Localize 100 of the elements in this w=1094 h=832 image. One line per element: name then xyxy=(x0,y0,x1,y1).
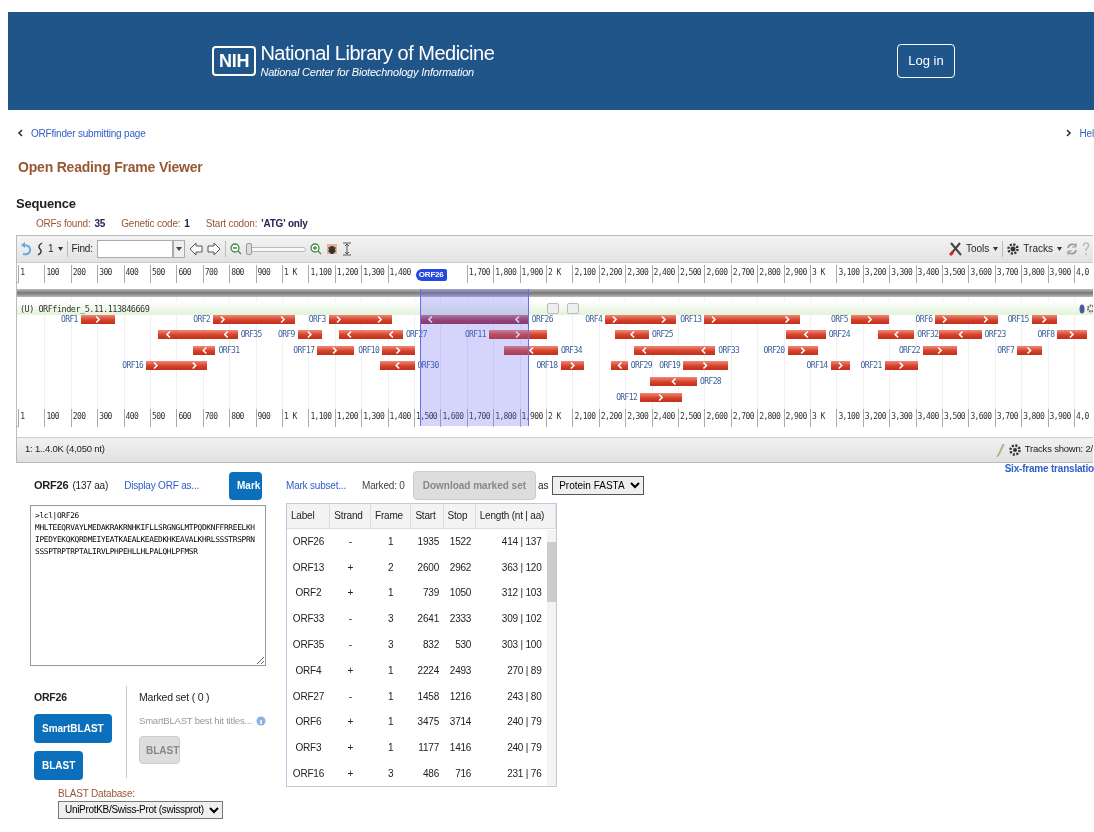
column-header[interactable]: Start xyxy=(410,503,444,529)
orf-label[interactable]: ORF4 xyxy=(585,314,603,324)
bug-icon[interactable] xyxy=(325,242,338,255)
orf-bar[interactable] xyxy=(339,330,403,340)
orf-bar[interactable] xyxy=(382,345,416,355)
orf-label[interactable]: ORF31 xyxy=(218,345,240,355)
orf-bar[interactable] xyxy=(213,314,296,324)
find-field[interactable] xyxy=(96,239,173,258)
fit-icon[interactable] xyxy=(341,241,352,256)
position-marker[interactable]: ORF26 xyxy=(415,268,447,281)
orf-bar[interactable] xyxy=(877,330,915,340)
login-button[interactable]: Log in xyxy=(897,43,955,79)
orf-bar[interactable] xyxy=(850,314,890,324)
orf-label[interactable]: ORF10 xyxy=(358,345,380,355)
orf-label[interactable]: ORF5 xyxy=(831,314,848,324)
orf-label[interactable]: ORF26 xyxy=(531,314,553,324)
orf-label[interactable]: ORF3 xyxy=(308,314,326,324)
zoom-in-icon[interactable] xyxy=(309,242,322,255)
format-select[interactable]: Protein FASTA xyxy=(552,476,645,495)
orf-label[interactable]: ORF16 xyxy=(122,361,144,371)
column-header[interactable]: Frame xyxy=(370,503,411,529)
orf-bar[interactable] xyxy=(610,361,628,371)
orf-label[interactable]: ORF1 xyxy=(60,314,78,324)
orf-label[interactable]: ORF17 xyxy=(293,345,315,355)
orf-label[interactable]: ORF24 xyxy=(828,330,850,340)
orf-bar[interactable] xyxy=(192,345,216,355)
column-header[interactable]: Length (nt | aa) xyxy=(475,503,556,529)
orf-label[interactable]: ORF34 xyxy=(560,345,582,355)
orf-label[interactable]: ORF28 xyxy=(700,376,722,386)
blast-button[interactable]: BLAST xyxy=(34,750,84,780)
gear-icon[interactable] xyxy=(1087,303,1093,313)
mark-subset-link[interactable]: Mark subset... xyxy=(286,478,346,493)
orf-label[interactable]: ORF32 xyxy=(917,330,939,340)
orf-bar[interactable] xyxy=(923,345,958,355)
orf-bar[interactable] xyxy=(419,314,529,324)
orf-bar[interactable] xyxy=(683,361,729,371)
display-link[interactable]: Display ORF as... xyxy=(124,478,200,493)
back-arrow-icon[interactable] xyxy=(188,241,203,256)
zoom-slider[interactable] xyxy=(245,242,306,255)
column-header[interactable]: Strand xyxy=(329,503,371,529)
orf-bar[interactable] xyxy=(560,361,585,371)
orf-label[interactable]: ORF7 xyxy=(997,345,1015,355)
orf-bar[interactable] xyxy=(503,345,558,355)
orf-label[interactable]: ORF15 xyxy=(1007,314,1029,324)
database-select[interactable]: UniProtKB/Swiss-Prot (swissprot) xyxy=(58,800,223,819)
orf-bar[interactable] xyxy=(1031,314,1057,324)
forward-chevron-icon[interactable] xyxy=(1065,129,1072,137)
orf-bar[interactable] xyxy=(146,361,207,371)
orf-bar[interactable] xyxy=(1057,330,1088,340)
orf-bar[interactable] xyxy=(614,330,649,340)
orf-label[interactable]: ORF25 xyxy=(651,330,674,340)
orf-label[interactable]: ORF20 xyxy=(763,345,785,355)
orf-label[interactable]: ORF12 xyxy=(616,392,638,402)
orf-bar[interactable] xyxy=(488,330,548,340)
column-header[interactable]: Stop xyxy=(443,503,476,529)
orf-bar[interactable] xyxy=(605,314,677,324)
orf-bar[interactable] xyxy=(157,330,238,340)
orf-bar[interactable] xyxy=(786,330,826,340)
orf-label[interactable]: ORF14 xyxy=(806,361,828,371)
orf-bar[interactable] xyxy=(830,361,851,371)
orf-label[interactable]: ORF29 xyxy=(630,361,652,371)
orf-bar[interactable] xyxy=(640,392,683,402)
orf-bar[interactable] xyxy=(884,361,918,371)
info-icon[interactable] xyxy=(1079,303,1085,314)
six-frame-link[interactable]: Six-frame translatio xyxy=(1004,462,1094,475)
orf-bar[interactable] xyxy=(633,345,716,355)
orf-label[interactable]: ORF9 xyxy=(277,330,295,340)
orf-label[interactable]: ORF23 xyxy=(984,330,1006,340)
orf-bar[interactable] xyxy=(380,361,415,371)
orf-bar[interactable] xyxy=(704,314,800,324)
tools-button[interactable]: Tools xyxy=(949,241,999,256)
orf-bar[interactable] xyxy=(935,314,999,324)
orf-bar[interactable] xyxy=(650,376,697,386)
help-link[interactable]: Hel xyxy=(1079,125,1094,141)
zoom-out-icon[interactable] xyxy=(229,242,242,255)
orf-label[interactable]: ORF33 xyxy=(718,345,740,355)
orf-bar[interactable] xyxy=(938,330,982,340)
forward-arrow-icon[interactable] xyxy=(206,241,221,256)
orf-label[interactable]: ORF11 xyxy=(464,330,486,340)
orf-label[interactable]: ORF18 xyxy=(536,361,558,371)
orf-label[interactable]: ORF21 xyxy=(860,361,882,371)
orf-bar[interactable] xyxy=(1017,345,1043,355)
orf-bar[interactable] xyxy=(787,345,818,355)
orf-label[interactable]: ORF35 xyxy=(240,330,262,340)
orf-bar[interactable] xyxy=(317,345,354,355)
orf-label[interactable]: ORF13 xyxy=(680,314,702,324)
orf-label[interactable]: ORF2 xyxy=(193,314,211,324)
smartblast-button[interactable]: SmartBLAST xyxy=(34,713,112,743)
tracks-button[interactable]: Tracks xyxy=(1007,241,1062,256)
orf-bar[interactable] xyxy=(297,330,322,340)
scrollbar[interactable] xyxy=(547,529,556,787)
orf-label[interactable]: ORF22 xyxy=(898,345,920,355)
back-chevron-icon[interactable] xyxy=(17,129,23,137)
gear-icon[interactable] xyxy=(1008,443,1021,456)
orf-label[interactable]: ORF6 xyxy=(915,314,933,324)
back-link[interactable]: ORFfinder submitting page xyxy=(31,125,146,141)
mark-button[interactable]: Mark xyxy=(229,471,262,500)
orf-bar[interactable] xyxy=(80,314,116,324)
orf-label[interactable]: ORF19 xyxy=(659,361,681,371)
orf-bar[interactable] xyxy=(328,314,392,324)
